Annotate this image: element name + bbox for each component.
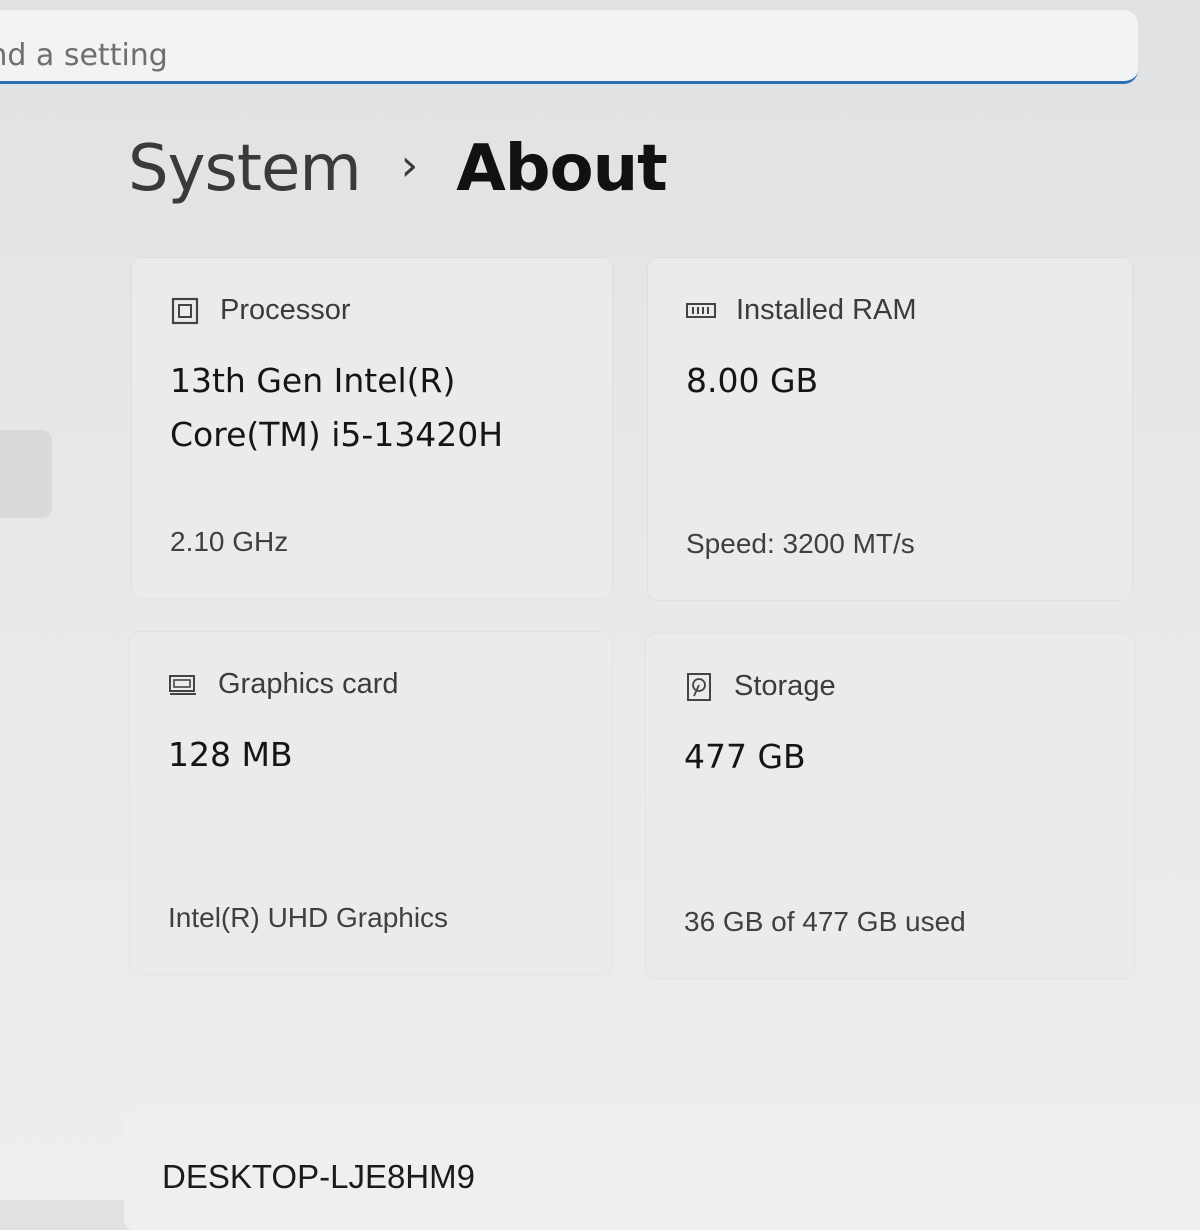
sidebar-item-selected[interactable] — [0, 430, 52, 518]
search-placeholder: ind a setting — [0, 38, 168, 73]
storage-icon — [684, 672, 714, 702]
page-title: About — [456, 132, 667, 206]
breadcrumb: System › About — [128, 132, 668, 206]
breadcrumb-parent[interactable]: System — [128, 132, 362, 206]
processor-card: Processor 13th Gen Intel(R) Core(TM) i5-… — [132, 258, 612, 598]
processor-value-line2: Core(TM) i5-13420H — [170, 415, 504, 454]
processor-title: Processor — [220, 294, 351, 326]
ram-icon — [686, 296, 716, 326]
storage-title: Storage — [734, 670, 836, 702]
storage-card-header: Storage — [684, 670, 836, 703]
ram-value: 8.00 GB — [686, 361, 819, 400]
processor-card-header: Processor — [170, 294, 351, 327]
processor-detail: 2.10 GHz — [170, 526, 289, 557]
storage-detail: 36 GB of 477 GB used — [684, 906, 966, 937]
storage-value: 477 GB — [684, 737, 806, 776]
graphics-title: Graphics card — [218, 668, 399, 700]
ram-card: Installed RAM 8.00 GB Speed: 3200 MT/s — [648, 258, 1132, 600]
device-name-card: DESKTOP-LJE8HM9 — [124, 1110, 1200, 1230]
processor-value: 13th Gen Intel(R) Core(TM) i5-13420H — [170, 354, 610, 462]
graphics-card-header: Graphics card — [168, 668, 399, 701]
search-box[interactable]: ind a setting — [0, 10, 1138, 84]
breadcrumb-separator: › — [400, 139, 419, 191]
graphics-value: 128 MB — [168, 735, 293, 774]
device-name: DESKTOP-LJE8HM9 — [162, 1158, 475, 1195]
storage-card: Storage 477 GB 36 GB of 477 GB used — [646, 634, 1134, 978]
processor-value-line1: 13th Gen Intel(R) — [170, 361, 456, 400]
processor-icon — [170, 296, 200, 326]
ram-card-header: Installed RAM — [686, 294, 917, 327]
graphics-card: Graphics card 128 MB Intel(R) UHD Graphi… — [130, 632, 612, 974]
ram-detail: Speed: 3200 MT/s — [686, 528, 915, 559]
graphics-detail: Intel(R) UHD Graphics — [168, 902, 449, 933]
graphics-card-icon — [168, 670, 198, 700]
ram-title: Installed RAM — [736, 294, 917, 326]
